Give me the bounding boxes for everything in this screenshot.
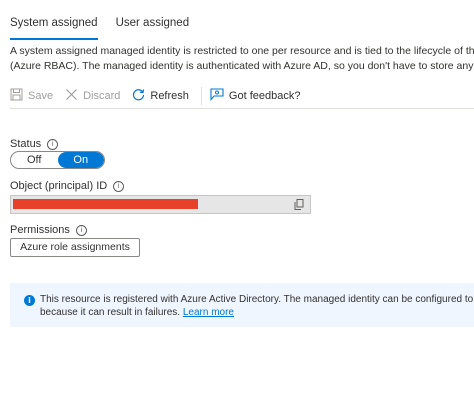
save-button[interactable]: Save: [10, 88, 53, 104]
description-line-2: (Azure RBAC). The managed identity is au…: [10, 59, 474, 72]
status-off-option[interactable]: Off: [11, 152, 58, 168]
object-id-field: [10, 195, 311, 214]
banner-line-2-text: because it can result in failures.: [40, 307, 181, 318]
info-icon[interactable]: i: [113, 180, 125, 192]
identity-tabs: System assigned User assigned: [10, 0, 189, 40]
banner-text: This resource is registered with Azure A…: [40, 293, 474, 319]
tab-user-assigned[interactable]: User assigned: [116, 0, 190, 40]
discard-label: Discard: [83, 90, 121, 102]
learn-more-link[interactable]: Learn more: [183, 307, 234, 318]
discard-button[interactable]: Discard: [65, 88, 120, 104]
redacted-value: [13, 199, 198, 209]
banner-line-1: This resource is registered with Azure A…: [40, 294, 474, 305]
close-icon: [65, 88, 78, 104]
copy-icon[interactable]: [294, 199, 304, 213]
description: A system assigned managed identity is re…: [10, 44, 474, 73]
info-banner: i This resource is registered with Azure…: [10, 283, 474, 327]
description-line-1: A system assigned managed identity is re…: [10, 45, 474, 57]
info-icon[interactable]: i: [75, 224, 87, 236]
refresh-button[interactable]: Refresh: [132, 88, 189, 104]
azure-role-assignments-button[interactable]: Azure role assignments: [10, 238, 140, 257]
tab-system-assigned[interactable]: System assigned: [10, 0, 98, 40]
object-id-label-row: Object (principal) ID i: [10, 180, 125, 192]
save-label: Save: [28, 90, 54, 102]
banner-line-2: because it can result in failures. Learn…: [40, 306, 474, 319]
info-icon: i: [24, 295, 35, 306]
status-toggle[interactable]: Off On: [10, 151, 105, 169]
feedback-button[interactable]: Got feedback?: [210, 88, 301, 104]
status-on-option[interactable]: On: [57, 152, 104, 168]
status-label-row: Status i: [10, 138, 59, 150]
permissions-label: Permissions: [10, 224, 70, 236]
toolbar-divider: [200, 87, 202, 105]
permissions-label-row: Permissions i: [10, 224, 87, 236]
feedback-icon: [210, 88, 224, 104]
command-bar: Save Discard Refresh Got feedback?: [10, 86, 312, 106]
refresh-icon: [132, 88, 145, 104]
feedback-label: Got feedback?: [228, 90, 301, 102]
refresh-label: Refresh: [150, 90, 189, 102]
object-id-label: Object (principal) ID: [10, 180, 108, 192]
status-label: Status: [10, 138, 42, 150]
info-icon[interactable]: i: [47, 138, 59, 150]
toolbar-rule: [10, 108, 474, 109]
save-icon: [10, 88, 23, 104]
